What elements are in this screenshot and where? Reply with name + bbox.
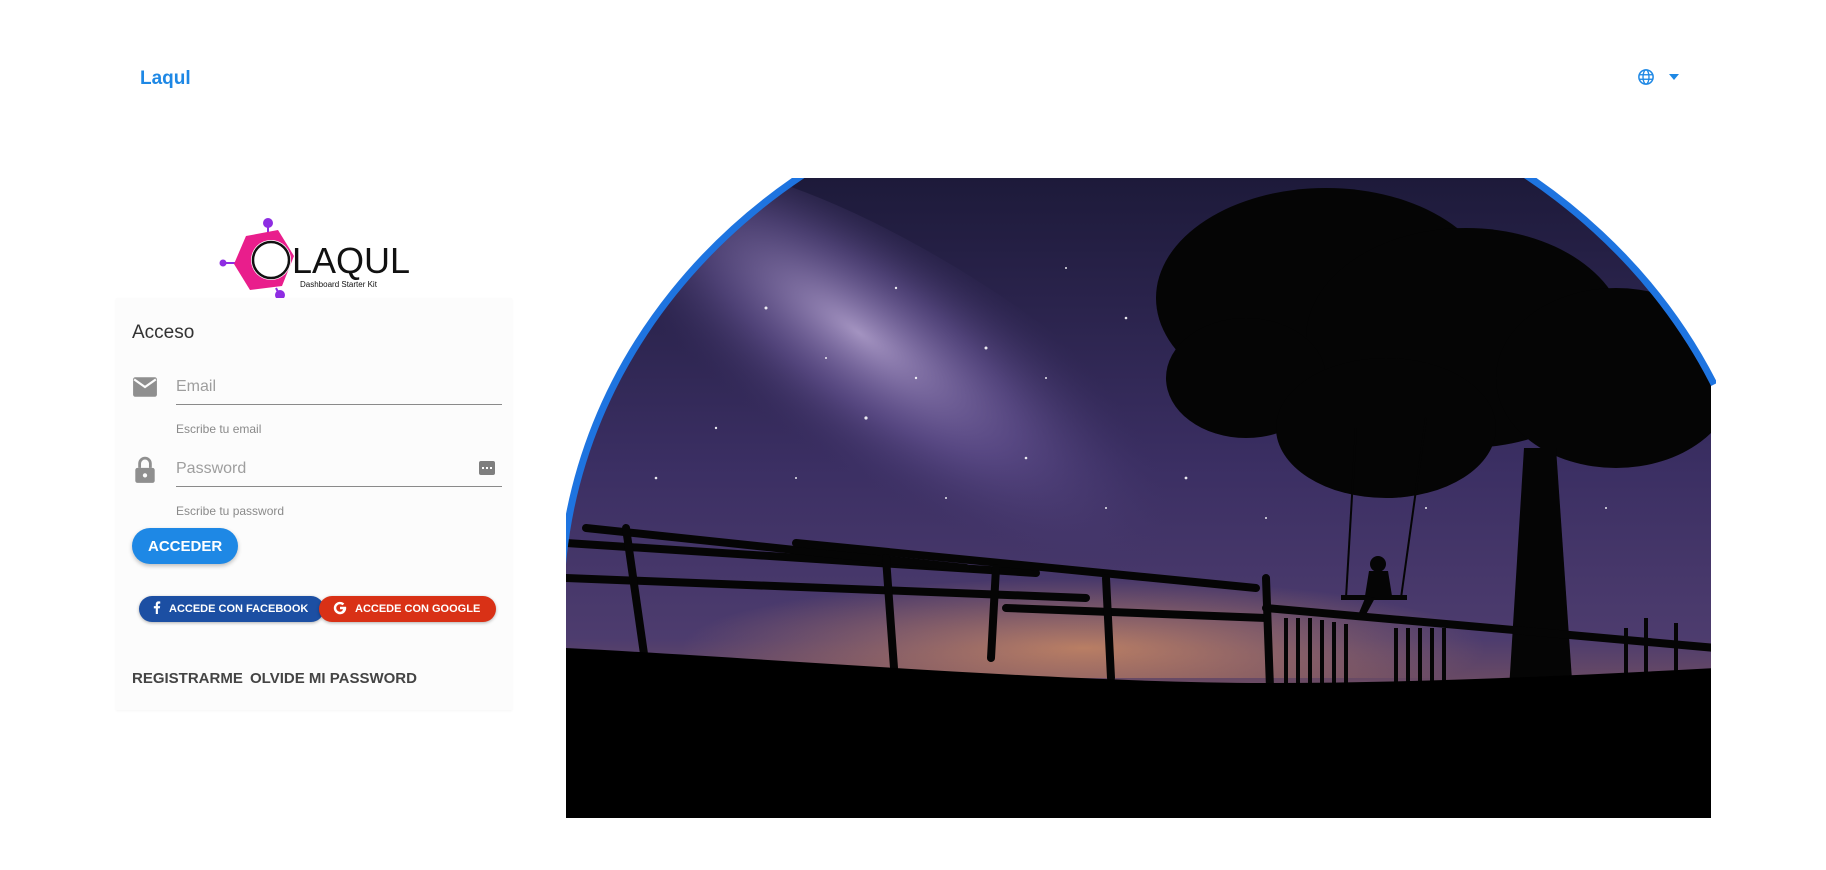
password-hint: Escribe tu password <box>176 504 285 518</box>
login-card: Acceso Escribe tu email Escribe tu passw… <box>116 298 512 710</box>
logo-wordmark: LAQUL <box>292 240 410 281</box>
password-field-wrapper <box>176 460 502 487</box>
globe-icon <box>1637 68 1655 86</box>
caret-down-icon <box>1669 74 1679 80</box>
brand-title[interactable]: Laqul <box>140 68 191 90</box>
password-input[interactable] <box>176 460 502 487</box>
email-field-wrapper <box>176 378 502 405</box>
login-title: Acceso <box>132 322 195 343</box>
night-sky-illustration <box>557 64 1718 823</box>
forgot-password-link[interactable]: OLVIDE MI PASSWORD <box>250 670 417 687</box>
laqul-logo: LAQUL Dashboard Starter Kit <box>216 216 416 307</box>
facebook-login-button[interactable]: ACCEDE CON FACEBOOK <box>139 596 325 622</box>
register-link[interactable]: REGISTRARME <box>132 670 243 687</box>
google-login-label: ACCEDE CON GOOGLE <box>355 603 481 615</box>
mail-icon <box>132 376 158 403</box>
facebook-login-label: ACCEDE CON FACEBOOK <box>169 603 309 615</box>
email-input[interactable] <box>176 378 502 405</box>
google-login-button[interactable]: ACCEDE CON GOOGLE <box>319 596 497 622</box>
lock-icon <box>134 456 156 489</box>
language-selector[interactable] <box>1637 68 1679 86</box>
password-dots-icon[interactable] <box>479 461 495 480</box>
email-hint: Escribe tu email <box>176 422 262 436</box>
login-button[interactable]: ACCEDER <box>132 528 239 564</box>
google-icon <box>333 601 347 618</box>
logo-tagline: Dashboard Starter Kit <box>300 280 378 289</box>
facebook-icon <box>153 601 161 617</box>
